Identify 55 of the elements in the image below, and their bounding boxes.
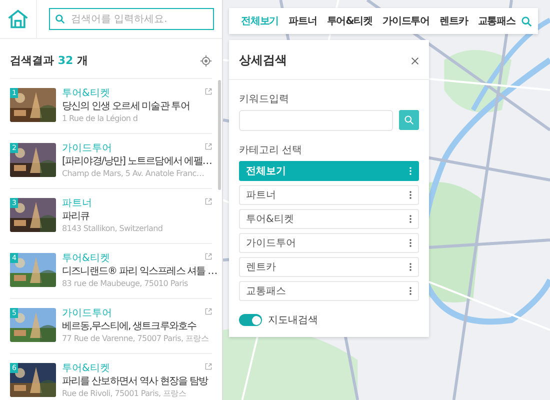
- keyword-field[interactable]: [239, 110, 393, 131]
- category-tab[interactable]: 교통패스: [474, 12, 520, 30]
- more-icon[interactable]: [409, 238, 412, 248]
- item-address: 8143 Stallikon, Switzerland: [62, 223, 163, 234]
- search-icon: [55, 14, 65, 24]
- category-tab[interactable]: 투어&티켓: [322, 12, 377, 30]
- field-label: 카테고리 선택: [239, 144, 304, 157]
- more-icon[interactable]: [409, 214, 412, 224]
- external-link-icon[interactable]: [205, 143, 212, 150]
- category-option[interactable]: 파트너: [239, 185, 419, 205]
- external-link-icon[interactable]: [205, 198, 212, 205]
- item-address: Champ de Mars, 5 Av. Anatole Franc…: [62, 168, 204, 179]
- toggle-switch[interactable]: [239, 314, 262, 326]
- category-option[interactable]: 가이드투어: [239, 233, 419, 253]
- item-category: 가이드투어: [62, 143, 112, 155]
- item-category: 투어&티켓: [62, 253, 110, 265]
- item-address: Rue de Rivoli, 75001 Paris, 프랑스: [62, 388, 186, 399]
- more-icon[interactable]: [409, 286, 412, 296]
- external-link-icon[interactable]: [205, 88, 212, 95]
- item-category: 가이드투어: [62, 308, 112, 320]
- more-icon[interactable]: [409, 262, 412, 272]
- category-tab[interactable]: 파트너: [284, 12, 321, 30]
- external-link-icon[interactable]: [205, 308, 212, 315]
- external-link-icon[interactable]: [205, 363, 212, 370]
- item-title[interactable]: 파리큐: [62, 210, 90, 223]
- scrollbar[interactable]: [218, 80, 221, 190]
- search-icon[interactable]: [521, 16, 532, 26]
- search-field[interactable]: 검색어를 입력하세요.: [49, 8, 214, 30]
- external-link-icon[interactable]: [205, 253, 212, 260]
- item-category: 투어&티켓: [62, 363, 110, 375]
- field-label: 키워드입력: [239, 93, 290, 106]
- item-title[interactable]: [파리야경/낭만] 노트르담에서 에펠…: [62, 155, 212, 168]
- category-tab[interactable]: 렌트카: [436, 12, 472, 30]
- item-title[interactable]: 디즈니랜드® 파리 익스프레스 셔틀 …: [62, 265, 217, 278]
- panel-title: 상세검색: [239, 52, 287, 69]
- item-address: 83 rue de Maubeuge, 75010 Paris: [62, 278, 188, 289]
- toggle-label: 지도내검색: [268, 314, 318, 327]
- location-icon[interactable]: [200, 54, 212, 66]
- item-address: 1 Rue de la Légion d: [62, 113, 138, 124]
- search-icon: [404, 115, 414, 125]
- category-option[interactable]: 렌트카: [239, 257, 419, 277]
- item-title[interactable]: 베르동,무스티에, 생트크루와호수: [62, 320, 196, 333]
- result-count: 검색결과 32 개: [10, 53, 88, 68]
- item-title[interactable]: 당신의 인생 오르세 미술관 투어: [62, 100, 190, 113]
- item-address: 77 Rue de Varenne, 75007 Paris, 프랑스: [62, 333, 209, 344]
- item-category: 파트너: [62, 198, 92, 210]
- category-tab[interactable]: 가이드투어: [378, 12, 434, 30]
- home-icon[interactable]: [7, 8, 29, 30]
- item-category: 투어&티켓: [62, 88, 110, 100]
- category-option[interactable]: 교통패스: [239, 281, 419, 301]
- close-icon[interactable]: [411, 56, 419, 64]
- search-button[interactable]: [399, 110, 419, 130]
- category-option[interactable]: 투어&티켓: [239, 209, 419, 229]
- more-icon[interactable]: [409, 190, 412, 200]
- item-title[interactable]: 파리를 산보하면서 역사 현장을 탐방: [62, 375, 208, 388]
